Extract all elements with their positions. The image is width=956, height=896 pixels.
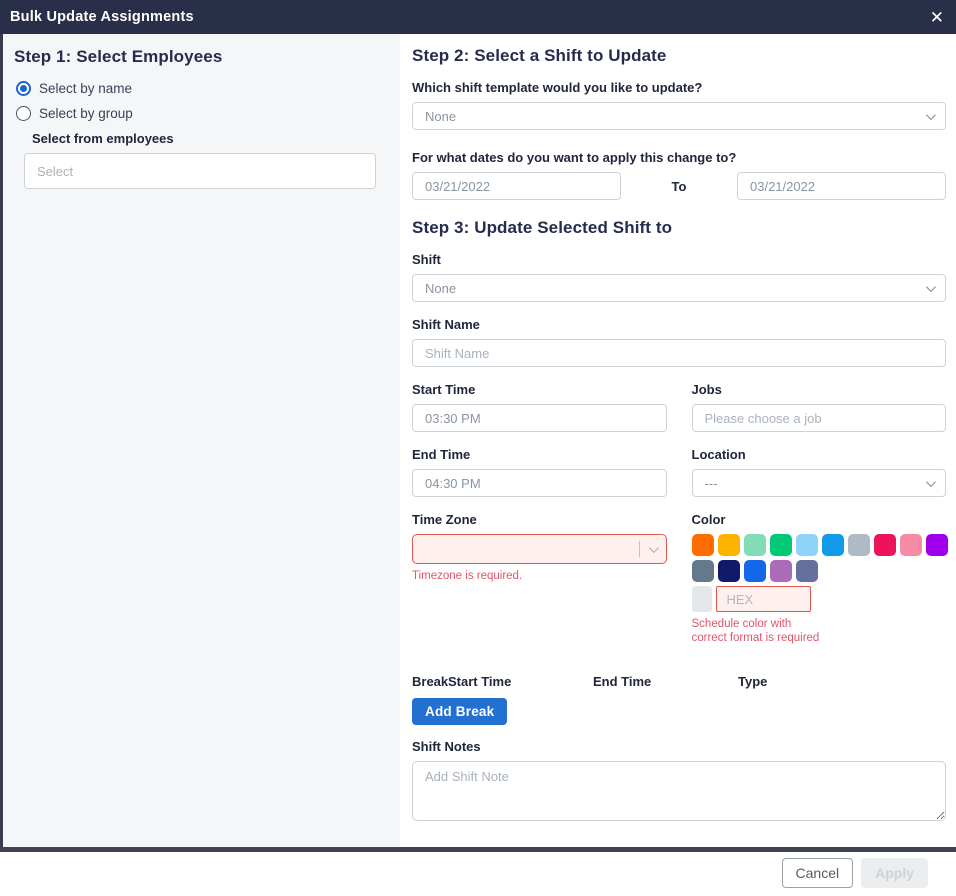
modal-header: Bulk Update Assignments ✕: [0, 0, 956, 34]
color-swatch[interactable]: [718, 560, 740, 582]
shift-notes-textarea[interactable]: [412, 761, 946, 821]
color-swatch-palette: [692, 534, 947, 582]
shift-label: Shift: [412, 252, 946, 267]
cancel-button[interactable]: Cancel: [782, 858, 854, 888]
location-label: Location: [692, 447, 947, 462]
color-swatch[interactable]: [874, 534, 896, 556]
hex-input[interactable]: [716, 586, 811, 612]
employees-select-input[interactable]: [24, 153, 376, 189]
start-time-label: Start Time: [412, 382, 667, 397]
jobs-input[interactable]: [692, 404, 947, 432]
step1-panel: Step 1: Select Employees Select by name …: [3, 34, 400, 852]
color-swatch[interactable]: [692, 560, 714, 582]
break-section: Break Start Time End Time Type Add Break: [412, 674, 946, 725]
close-icon[interactable]: ✕: [930, 9, 944, 26]
divider: [639, 541, 640, 557]
color-swatch[interactable]: [744, 534, 766, 556]
chevron-down-icon: [926, 282, 936, 292]
color-swatch[interactable]: [848, 534, 870, 556]
start-time-input[interactable]: [412, 404, 667, 432]
color-preview-swatch[interactable]: [692, 586, 712, 612]
radio-unchecked-icon[interactable]: [16, 106, 31, 121]
to-label: To: [621, 179, 737, 194]
color-label: Color: [692, 512, 947, 527]
date-from-input[interactable]: [412, 172, 621, 200]
color-swatch[interactable]: [900, 534, 922, 556]
color-swatch[interactable]: [718, 534, 740, 556]
color-swatch[interactable]: [822, 534, 844, 556]
shift-select[interactable]: None: [412, 274, 946, 302]
step2-heading: Step 2: Select a Shift to Update: [412, 46, 946, 66]
dates-question: For what dates do you want to apply this…: [412, 150, 946, 165]
shift-select-value: None: [425, 281, 456, 296]
color-swatch[interactable]: [926, 534, 948, 556]
timezone-label: Time Zone: [412, 512, 667, 527]
color-swatch[interactable]: [796, 534, 818, 556]
break-headers: Break Start Time End Time Type: [412, 674, 946, 689]
color-swatch[interactable]: [744, 560, 766, 582]
color-swatch[interactable]: [692, 534, 714, 556]
bulk-update-assignments-modal: Bulk Update Assignments ✕ Step 1: Select…: [0, 0, 956, 852]
color-swatch[interactable]: [770, 560, 792, 582]
modal-footer: Cancel Apply: [412, 826, 946, 896]
radio-checked-icon[interactable]: [16, 81, 31, 96]
shift-template-question: Which shift template would you like to u…: [412, 80, 946, 95]
apply-button[interactable]: Apply: [861, 858, 928, 888]
color-swatch[interactable]: [770, 534, 792, 556]
chevron-down-icon: [926, 477, 936, 487]
location-select-value: ---: [705, 476, 718, 491]
steps-panel: Step 2: Select a Shift to Update Which s…: [400, 34, 956, 852]
location-select[interactable]: ---: [692, 469, 947, 497]
break-start-col-header: Start Time: [448, 674, 593, 689]
break-col-header: Break: [412, 674, 448, 689]
timezone-error: Timezone is required.: [412, 569, 667, 583]
jobs-label: Jobs: [692, 382, 947, 397]
date-range-row: To: [412, 172, 946, 200]
add-break-button[interactable]: Add Break: [412, 698, 507, 725]
radio-select-by-name[interactable]: Select by name: [16, 81, 379, 96]
chevron-down-icon: [648, 543, 658, 553]
radio-select-by-group[interactable]: Select by group: [16, 106, 379, 121]
break-end-col-header: End Time: [593, 674, 738, 689]
shift-name-input[interactable]: [412, 339, 946, 367]
shift-notes-label: Shift Notes: [412, 739, 946, 754]
chevron-down-icon: [926, 110, 936, 120]
date-to-input[interactable]: [737, 172, 946, 200]
shift-template-select[interactable]: None: [412, 102, 946, 130]
modal-title: Bulk Update Assignments: [10, 9, 194, 25]
step3-heading: Step 3: Update Selected Shift to: [412, 218, 946, 238]
step1-heading: Step 1: Select Employees: [14, 47, 379, 67]
color-error: Schedule color with correct format is re…: [692, 617, 947, 646]
timezone-select[interactable]: [412, 534, 667, 564]
end-time-label: End Time: [412, 447, 667, 462]
shift-template-value: None: [425, 109, 456, 124]
shift-notes-block: Shift Notes: [412, 739, 946, 826]
end-time-input[interactable]: [412, 469, 667, 497]
radio-select-by-name-label: Select by name: [39, 81, 132, 96]
select-from-employees-label: Select from employees: [32, 131, 379, 146]
hex-row: [692, 586, 947, 612]
shift-name-label: Shift Name: [412, 317, 946, 332]
break-type-col-header: Type: [738, 674, 946, 689]
color-swatch[interactable]: [796, 560, 818, 582]
page-bottom-edge: [0, 847, 956, 852]
radio-select-by-group-label: Select by group: [39, 106, 133, 121]
